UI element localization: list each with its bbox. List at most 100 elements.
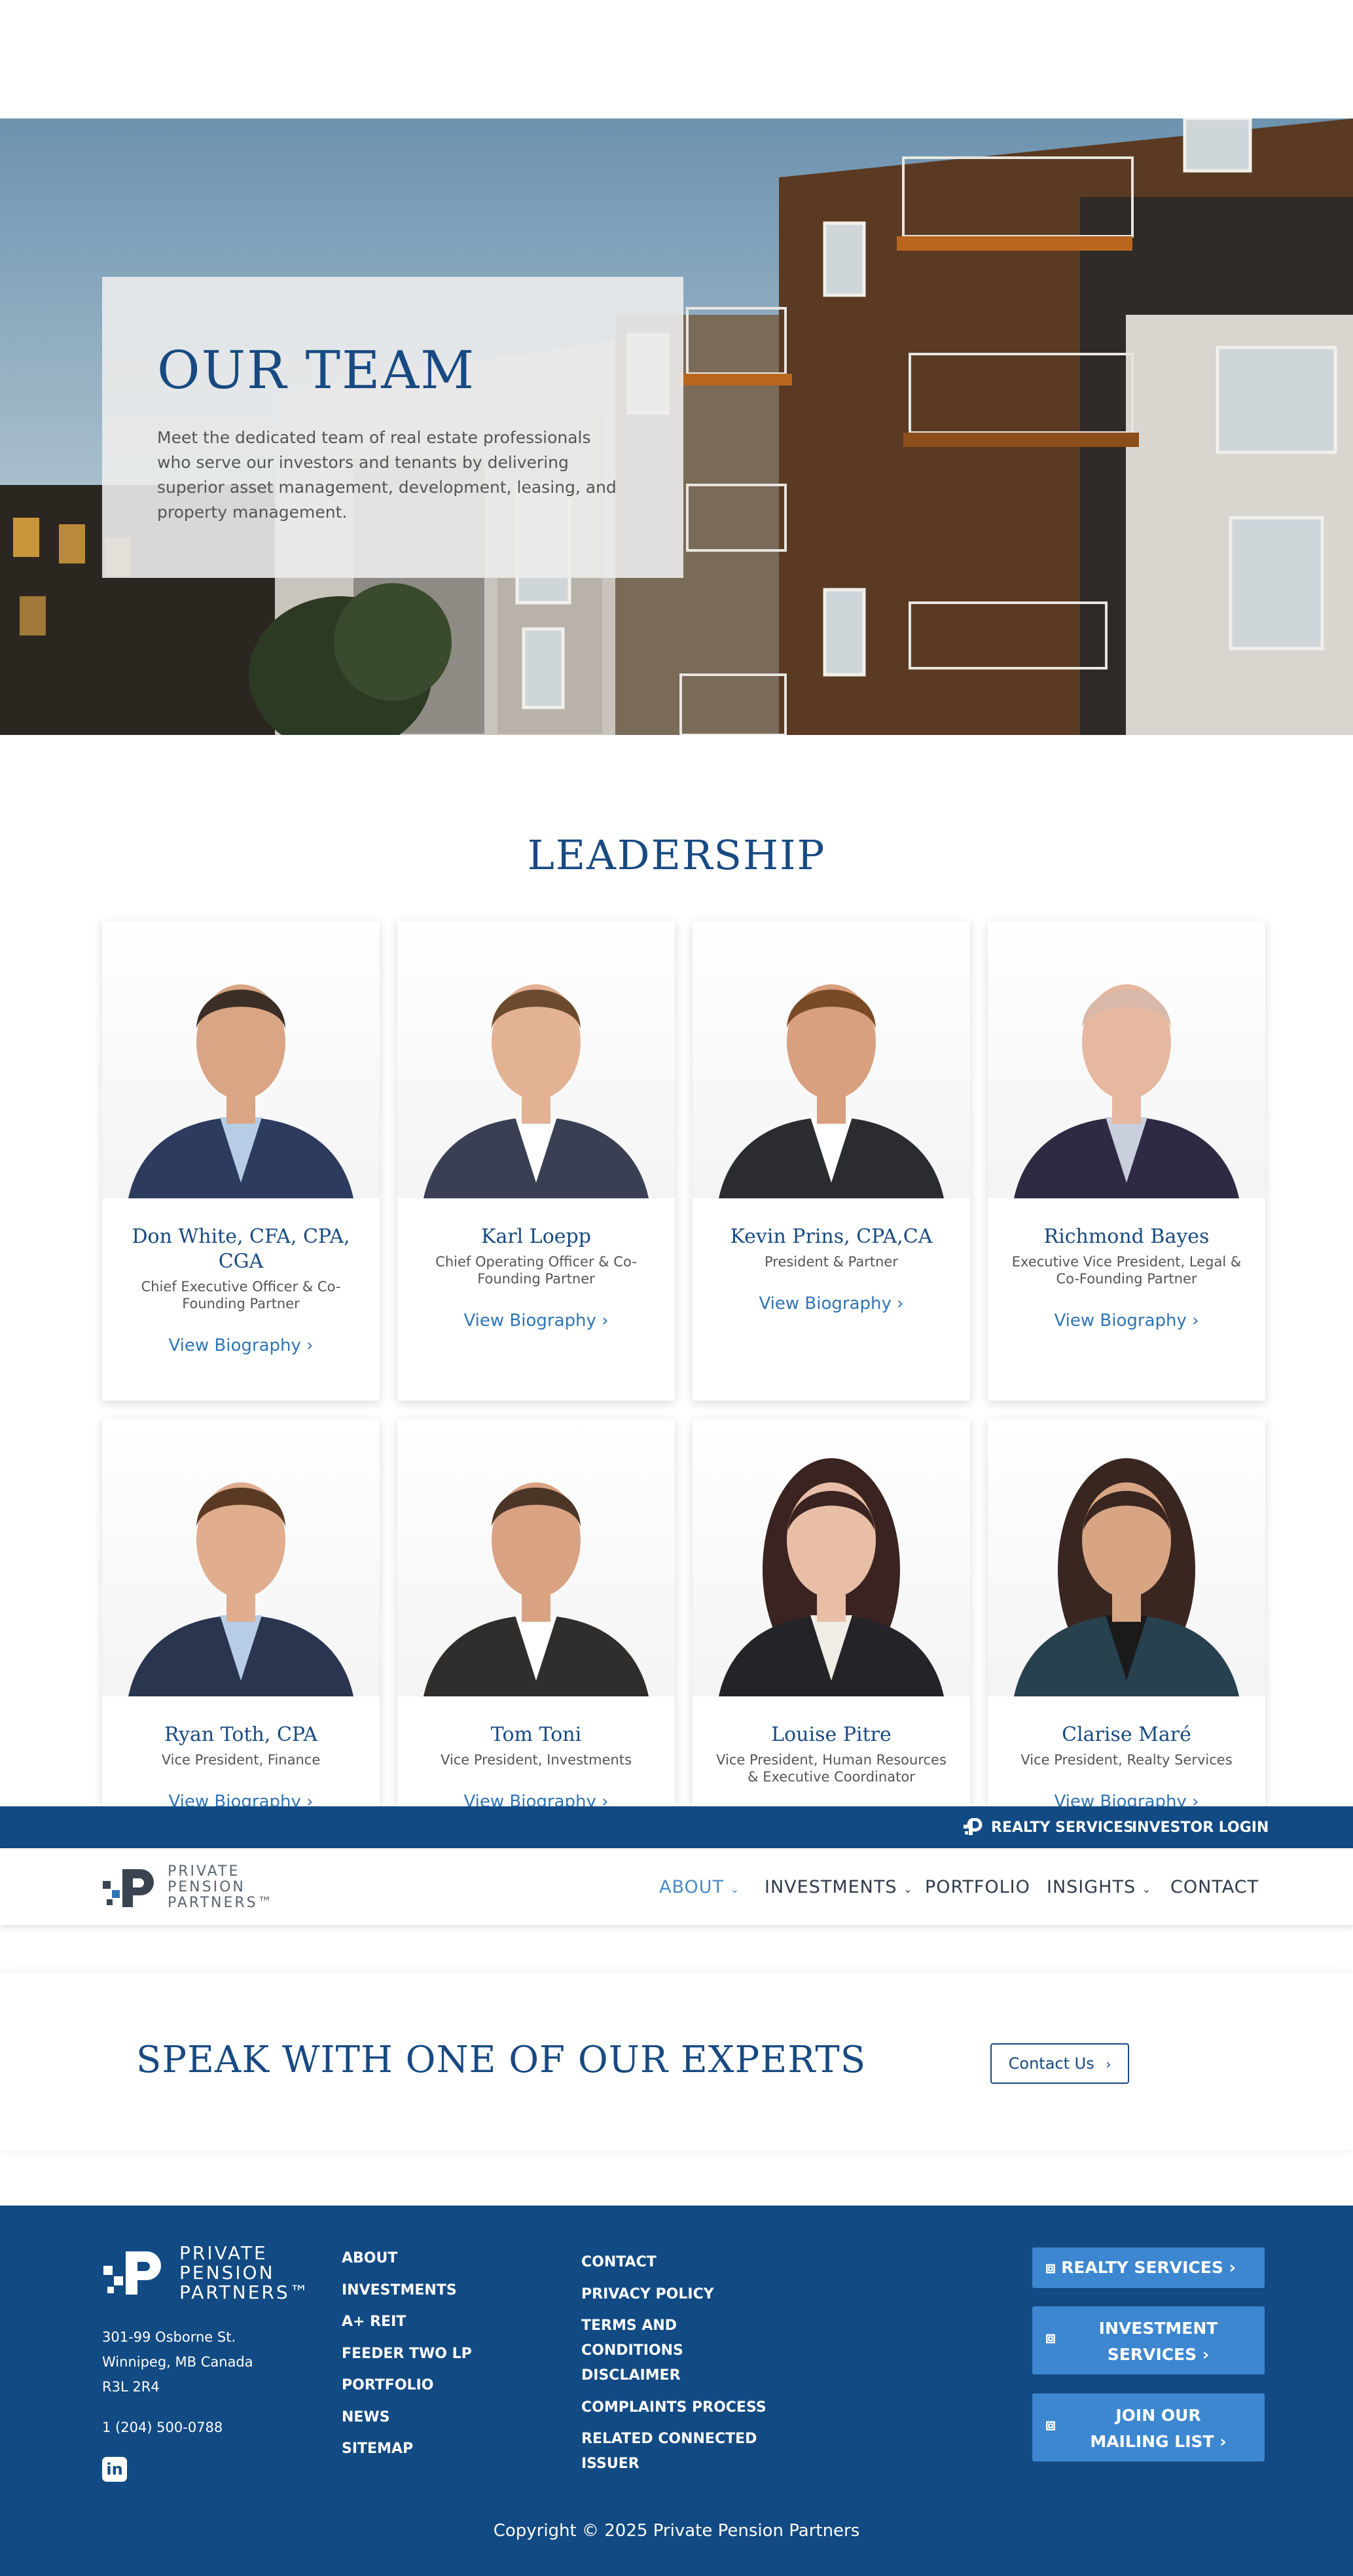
- chevron-right-icon: ›: [1106, 2056, 1111, 2072]
- footer-phone[interactable]: 1 (204) 500-0788: [102, 2415, 223, 2440]
- footer-link[interactable]: PRIVACY POLICY: [581, 2282, 771, 2314]
- link-label: View Biography: [1054, 1792, 1187, 1806]
- nav-portfolio[interactable]: PORTFOLIO: [925, 1877, 1030, 1897]
- team-member-card[interactable]: Clarise Maré Vice President, Realty Servi…: [988, 1419, 1265, 1806]
- team-member-role: Vice President, Human Resources & Execut…: [716, 1752, 947, 1785]
- chevron-right-icon: ›: [897, 1294, 904, 1314]
- footer-link[interactable]: DISCLAIMER: [581, 2363, 771, 2395]
- investor-login-link[interactable]: INVESTOR LOGIN: [1132, 1819, 1269, 1836]
- nav-about[interactable]: ABOUT ⌄: [659, 1877, 740, 1897]
- team-member-photo: [988, 1419, 1265, 1696]
- hero-intro-card: OUR TEAM Meet the dedicated team of real…: [102, 277, 683, 578]
- footer-link[interactable]: NEWS: [342, 2409, 472, 2441]
- chevron-right-icon: ›: [1202, 2345, 1210, 2364]
- footer-realty-services-button[interactable]: ⧈ REALTY SERVICES ›: [1032, 2247, 1265, 2288]
- nav-label: INVESTMENTS: [765, 1877, 897, 1897]
- link-label: View Biography: [759, 1294, 892, 1314]
- hero-description: Meet the dedicated team of real estate p…: [157, 428, 617, 522]
- team-member-role: Chief Executive Officer & Co-Founding Pa…: [141, 1279, 341, 1312]
- chevron-right-icon: ›: [1192, 1311, 1199, 1331]
- team-member-photo: [397, 1419, 675, 1696]
- nav-insights[interactable]: INSIGHTS ⌄: [1047, 1877, 1151, 1897]
- team-member-role: Vice President, Investments: [440, 1752, 632, 1768]
- footer-mailing-list-button[interactable]: ⧈ JOIN OUR MAILING LIST ›: [1032, 2393, 1265, 2461]
- team-member-name: Ryan Toth, CPA: [164, 1723, 317, 1746]
- view-biography-link[interactable]: View Biography ›: [463, 1311, 608, 1331]
- team-member-photo: [102, 1419, 380, 1696]
- chevron-right-icon: ›: [306, 1336, 314, 1355]
- footer-link[interactable]: TERMS AND CONDITIONS: [581, 2314, 771, 2363]
- logo-line: PARTNERS™: [179, 2281, 310, 2303]
- view-biography-link[interactable]: View Biography ›: [168, 1336, 313, 1355]
- team-member-name: Tom Toni: [490, 1723, 582, 1746]
- ppp-logo-icon: ⧈: [1045, 2328, 1056, 2347]
- footer-links-col-1: ABOUT INVESTMENTS A+ REIT FEEDER TWO LP PORT…: [342, 2250, 472, 2473]
- chevron-right-icon: ›: [1229, 2258, 1236, 2277]
- address-line: 301-99 Osborne St.: [102, 2329, 236, 2345]
- footer-link[interactable]: ABOUT: [342, 2250, 472, 2282]
- team-member-photo: [102, 921, 380, 1198]
- team-member-info: Ryan Toth, CPA Vice President, Finance Vie…: [102, 1696, 380, 1806]
- team-member-card[interactable]: Tom Toni Vice President, Investments View …: [397, 1419, 675, 1806]
- chevron-right-icon: ›: [602, 1792, 609, 1806]
- logo-line: PENSION: [179, 2262, 275, 2283]
- realty-services-link[interactable]: REALTY SERVICES: [991, 1819, 1134, 1836]
- logo-wordmark[interactable]: PRIVATE PENSION PARTNERS™: [168, 1864, 274, 1911]
- hero-banner: OUR TEAM Meet the dedicated team of real…: [0, 118, 1353, 735]
- footer-links-col-2: CONTACT PRIVACY POLICY TERMS AND CONDITION…: [581, 2250, 771, 2477]
- chevron-down-icon: ⌄: [730, 1883, 740, 1895]
- ppp-logo-icon[interactable]: [100, 1864, 159, 1912]
- logo-line: PARTNERS™: [168, 1895, 274, 1911]
- team-member-card[interactable]: Ryan Toth, CPA Vice President, Finance Vie…: [102, 1419, 380, 1806]
- view-biography-link[interactable]: View Biography ›: [759, 1294, 903, 1314]
- footer-link[interactable]: A+ REIT: [342, 2314, 472, 2346]
- team-member-photo: [693, 1419, 970, 1696]
- utility-bar: REALTY SERVICES INVESTOR LOGIN: [0, 1806, 1353, 1848]
- linkedin-icon[interactable]: in: [102, 2457, 127, 2482]
- team-member-name: Clarise Maré: [1062, 1723, 1191, 1746]
- team-member-name: Richmond Bayes: [1043, 1225, 1210, 1248]
- team-member-card[interactable]: Louise Pitre Vice President, Human Resour…: [693, 1419, 970, 1806]
- nav-contact[interactable]: CONTACT: [1170, 1877, 1259, 1897]
- footer-investment-services-button[interactable]: ⧈ INVESTMENT SERVICES ›: [1032, 2306, 1265, 2374]
- team-member-info: Tom Toni Vice President, Investments View …: [397, 1696, 675, 1806]
- leadership-heading: LEADERSHIP: [527, 831, 826, 879]
- footer-link[interactable]: CONTACT: [581, 2250, 771, 2282]
- team-member-info: Don White, CFA, CPA, CGA Chief Executive …: [102, 1198, 380, 1355]
- nav-label: ABOUT: [659, 1877, 725, 1897]
- button-label: REALTY SERVICES: [1061, 2258, 1223, 2277]
- team-member-info: Richmond Bayes Executive Vice President, …: [988, 1198, 1265, 1331]
- team-member-card[interactable]: Richmond Bayes Executive Vice President, …: [988, 921, 1265, 1401]
- address-line: Winnipeg, MB Canada: [102, 2354, 253, 2370]
- logo-line: PRIVATE: [168, 1863, 240, 1880]
- team-member-card[interactable]: Kevin Prins, CPA,CA President & Partner Vi…: [693, 921, 970, 1401]
- logo-line: PRIVATE: [179, 2242, 268, 2264]
- team-member-photo: [397, 921, 675, 1198]
- footer-link[interactable]: INVESTMENTS: [342, 2282, 472, 2314]
- view-biography-link[interactable]: View Biography ›: [463, 1792, 608, 1806]
- nav-investments[interactable]: INVESTMENTS ⌄: [765, 1877, 913, 1897]
- link-label: View Biography: [463, 1792, 596, 1806]
- link-label: View Biography: [168, 1336, 301, 1355]
- view-biography-link[interactable]: View Biography ›: [168, 1792, 313, 1806]
- view-biography-link[interactable]: View Biography ›: [1054, 1311, 1199, 1331]
- chevron-right-icon: ›: [1219, 2432, 1227, 2451]
- team-member-card[interactable]: Karl Loepp Chief Operating Officer & Co-F…: [397, 921, 675, 1401]
- team-member-role: Chief Operating Officer & Co-Founding Pa…: [435, 1254, 637, 1287]
- contact-us-button[interactable]: Contact Us ›: [990, 2043, 1129, 2084]
- footer-link[interactable]: COMPLAINTS PROCESS: [581, 2395, 771, 2427]
- nav-label: INSIGHTS: [1047, 1877, 1136, 1897]
- footer-link[interactable]: PORTFOLIO: [342, 2377, 472, 2409]
- view-biography-link[interactable]: View Biography ›: [1054, 1792, 1199, 1806]
- team-member-card[interactable]: Don White, CFA, CPA, CGA Chief Executive …: [102, 921, 380, 1401]
- chevron-right-icon: ›: [602, 1311, 609, 1331]
- team-member-name: Don White, CFA, CPA, CGA: [132, 1225, 350, 1273]
- cta-section: SPEAK WITH ONE OF OUR EXPERTS Contact Us…: [0, 1973, 1353, 2150]
- team-member-role: Vice President, Realty Services: [1020, 1752, 1233, 1768]
- chevron-right-icon: ›: [306, 1792, 314, 1806]
- footer-link[interactable]: RELATED CONNECTED ISSUER: [581, 2427, 771, 2477]
- footer-logo-wordmark[interactable]: PRIVATE PENSION PARTNERS™: [179, 2244, 310, 2302]
- ppp-logo-icon[interactable]: [101, 2246, 169, 2301]
- footer-link[interactable]: FEEDER TWO LP: [342, 2346, 472, 2378]
- footer-link[interactable]: SITEMAP: [342, 2441, 472, 2473]
